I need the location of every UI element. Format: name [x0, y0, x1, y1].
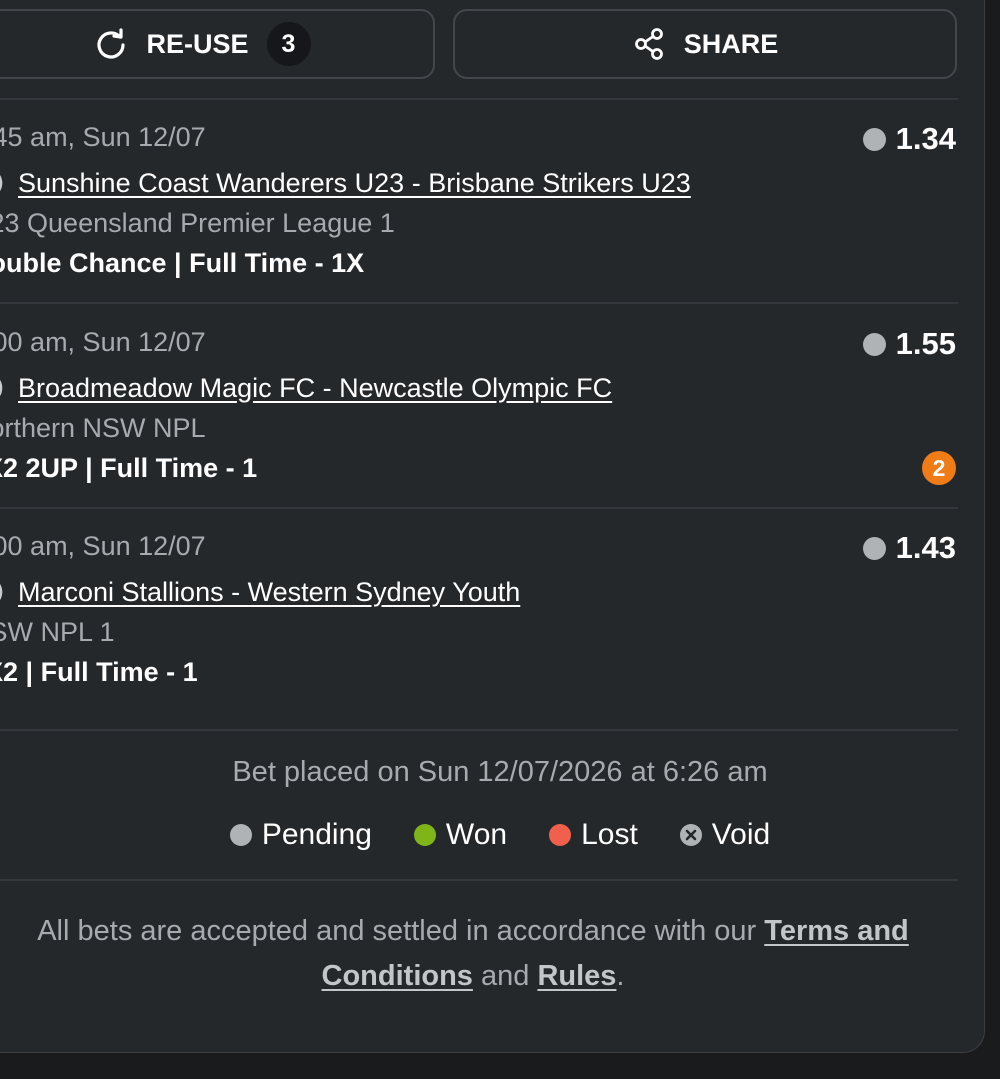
- leg-match: Marconi Stallions - Western Sydney Youth: [0, 575, 520, 609]
- won-dot: [413, 824, 436, 846]
- divider: [0, 879, 958, 881]
- leg-league: NSW NPL 1: [0, 617, 115, 647]
- legend-void: Void: [679, 818, 771, 852]
- status-legend: Pending Won Lost Void: [0, 818, 1000, 852]
- terms-notice: All bets are accepted and settled in acc…: [0, 909, 946, 999]
- soccer-ball-icon: [0, 166, 4, 200]
- legend-pending: Pending: [229, 818, 372, 852]
- leg-odds: 1.55: [862, 326, 956, 362]
- pending-dot: [229, 824, 252, 846]
- leg-market: Double Chance | Full Time - 1X: [0, 248, 365, 278]
- match-link[interactable]: Broadmeadow Magic FC - Newcastle Olympic…: [18, 373, 612, 404]
- leg-odds-value: 1.34: [895, 121, 956, 156]
- legend-label: Lost: [581, 818, 638, 851]
- leg-time: 8:00 am, Sun 12/07: [0, 327, 206, 357]
- soccer-ball-icon: [0, 371, 4, 405]
- bet-leg: 8:00 am, Sun 12/07 1.43 Marconi Stallion…: [0, 509, 958, 713]
- leg-odds-value: 1.43: [895, 530, 956, 565]
- terms-mid: and: [472, 960, 538, 992]
- leg-time: 7:45 am, Sun 12/07: [0, 122, 206, 152]
- leg-match: Broadmeadow Magic FC - Newcastle Olympic…: [0, 371, 612, 405]
- match-link[interactable]: Marconi Stallions - Western Sydney Youth: [18, 577, 520, 608]
- rules-link[interactable]: Rules: [537, 960, 616, 992]
- refresh-icon: [94, 27, 128, 61]
- status-pending-dot: [862, 332, 886, 356]
- match-link[interactable]: Sunshine Coast Wanderers U23 - Brisbane …: [18, 168, 691, 199]
- legend-label: Void: [711, 818, 771, 851]
- divider: [0, 302, 958, 304]
- legend-won: Won: [413, 818, 508, 852]
- x-circle-icon: [679, 824, 702, 846]
- legend-label: Won: [445, 818, 508, 851]
- bet-placed-text: Bet placed on Sun 12/07/2026 at 6:26 am: [232, 756, 768, 788]
- leg-odds-value: 1.55: [895, 326, 956, 361]
- legend-label: Pending: [261, 818, 372, 851]
- reuse-button[interactable]: RE-USE 3: [0, 9, 435, 79]
- leg-odds: 1.43: [862, 530, 956, 566]
- leg-league: Northern NSW NPL: [0, 413, 206, 443]
- bet-leg: 8:00 am, Sun 12/07 1.55 Broadmeadow Magi…: [0, 305, 958, 509]
- leg-market: 1X2 2UP | Full Time - 1: [0, 453, 258, 483]
- reuse-label: RE-USE: [146, 28, 249, 59]
- terms-prefix: All bets are accepted and settled in acc…: [37, 915, 765, 947]
- leg-match: Sunshine Coast Wanderers U23 - Brisbane …: [0, 166, 691, 200]
- legend-lost: Lost: [549, 818, 638, 852]
- soccer-ball-icon: [0, 575, 4, 609]
- divider: [0, 729, 958, 731]
- promo-2up-icon: 2: [922, 451, 956, 485]
- share-label: SHARE: [683, 28, 779, 59]
- leg-league: U23 Queensland Premier League 1: [0, 208, 395, 238]
- leg-time: 8:00 am, Sun 12/07: [0, 531, 206, 561]
- leg-market: 1X2 | Full Time - 1: [0, 657, 198, 687]
- terms-suffix: .: [616, 960, 625, 992]
- bet-leg: 7:45 am, Sun 12/07 1.34 Sunshine Coast W…: [0, 100, 958, 304]
- lost-dot: [549, 824, 572, 846]
- share-icon: [632, 27, 666, 61]
- leg-odds: 1.34: [862, 121, 956, 157]
- status-pending-dot: [862, 127, 886, 151]
- status-pending-dot: [862, 536, 886, 560]
- reuse-count-badge: 3: [266, 22, 311, 66]
- share-button[interactable]: SHARE: [453, 9, 957, 79]
